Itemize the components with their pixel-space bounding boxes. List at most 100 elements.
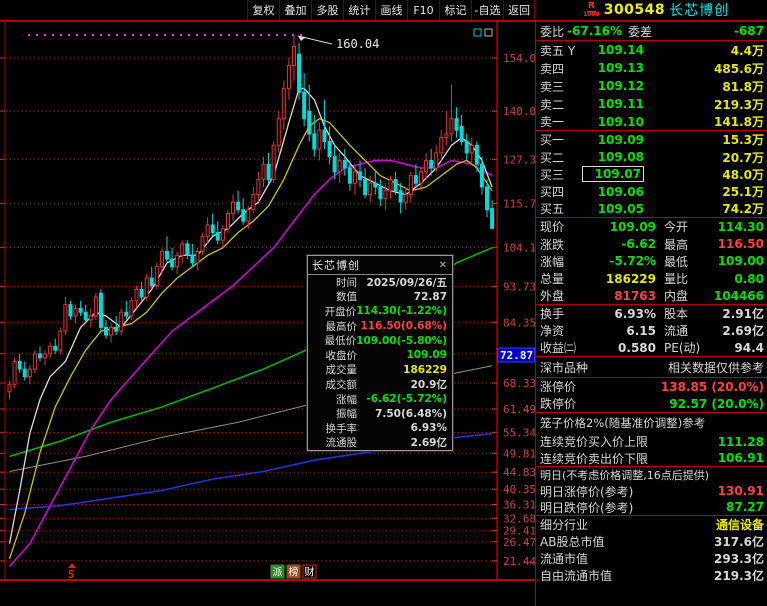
- tomorrow-row: 明日跌停价(参考) 87.27: [536, 500, 767, 517]
- tooltip-row-label: 数值: [336, 291, 357, 304]
- quote-row: 换手 6.93% 股本 2.91亿: [536, 305, 767, 322]
- candle-up: [434, 152, 439, 169]
- candle-down: [139, 288, 144, 298]
- quote-value: -6.62: [621, 237, 656, 252]
- y-axis-label: 26.47: [503, 536, 535, 549]
- quote-value: -5.72%: [609, 254, 656, 269]
- quote-label: 涨幅: [540, 254, 565, 269]
- ask-row-卖五[interactable]: 卖五 Y 109.14 4.4万: [536, 41, 767, 59]
- quote-value: 2.91亿: [722, 307, 764, 322]
- tooltip-row-label: 成交额: [325, 378, 358, 391]
- bid-price[interactable]: 109.08: [582, 150, 644, 164]
- ask-row-卖四[interactable]: 卖四 109.13 485.6万: [536, 59, 767, 77]
- window-max-icon[interactable]: [484, 28, 493, 37]
- candle-up: [383, 190, 388, 199]
- candle-down: [236, 201, 241, 211]
- bid-price[interactable]: 109.07: [582, 166, 644, 183]
- candle-down: [342, 159, 347, 169]
- industry-value: 219.3亿: [714, 569, 764, 584]
- toolbar-button-统计[interactable]: 统计: [343, 0, 375, 20]
- top-toolbar: 复权 叠加 多股 统计 画线 F10 标记 -自选 返回 R 1000 300548 长芯博创: [0, 0, 767, 22]
- toolbar-button-F10[interactable]: F10: [407, 0, 439, 20]
- ask-price[interactable]: 109.14: [582, 43, 644, 57]
- y-axis-label: 127.3: [503, 153, 535, 166]
- bid-price[interactable]: 109.06: [582, 185, 644, 199]
- candle-up: [439, 137, 444, 154]
- candle-down: [459, 125, 464, 142]
- bid-row-买三[interactable]: 买三 109.07 48.0万: [536, 166, 767, 183]
- bid-price[interactable]: 109.05: [582, 202, 644, 216]
- quote-label: 内盘: [664, 289, 689, 304]
- toolbar-button-返回[interactable]: 返回: [503, 0, 535, 20]
- industry-label: 自由流通市值: [540, 569, 613, 584]
- tooltip-row: 成交量 186229: [308, 363, 452, 378]
- tooltip-row-label: 收盘价: [325, 349, 358, 362]
- ask-price[interactable]: 109.10: [582, 115, 644, 129]
- candle-up: [276, 118, 281, 146]
- bid-row-买二[interactable]: 买二 109.08 20.7万: [536, 148, 767, 165]
- toolbar-button-叠加[interactable]: 叠加: [279, 0, 311, 20]
- candle-down: [398, 190, 403, 203]
- window-split-icon[interactable]: [473, 28, 482, 37]
- kline-chart[interactable]: 154.0 140.0 127.3 115.7 104.1 93.73 84.35 68.33…: [0, 0, 536, 606]
- candle-down: [149, 277, 154, 287]
- industry-row: 自由流通市值 219.3亿: [536, 567, 767, 584]
- quote-label: 流通: [664, 324, 689, 339]
- quote-label: 现价: [540, 220, 565, 235]
- candle-down: [490, 208, 495, 229]
- toolbar-button-多股[interactable]: 多股: [311, 0, 343, 20]
- quote-row: 现价 109.09 今开 114.30: [536, 218, 767, 235]
- industry-value: 293.3亿: [714, 552, 764, 567]
- bid-row-买五[interactable]: 买五 109.05 74.2万: [536, 201, 767, 218]
- bid-row-买一[interactable]: 买一 109.09 15.3万: [536, 131, 767, 148]
- ask-row-卖二[interactable]: 卖二 109.11 219.3万: [536, 95, 767, 113]
- industry-row: 细分行业 通信设备: [536, 516, 767, 533]
- ask-price[interactable]: 109.11: [582, 97, 644, 111]
- quote-label: 外盘: [540, 289, 565, 304]
- high-price-label: 160.04: [336, 37, 379, 51]
- kline-chart-svg[interactable]: 154.0 140.0 127.3 115.7 104.1 93.73 84.35 68.33…: [0, 0, 536, 606]
- bid-price[interactable]: 109.09: [582, 133, 644, 147]
- ask-row-卖三[interactable]: 卖三 109.12 81.8万: [536, 77, 767, 95]
- candle-up: [281, 87, 286, 120]
- ask-price[interactable]: 109.13: [582, 61, 644, 75]
- tooltip-row-label: 涨幅: [336, 393, 357, 406]
- candle-up: [48, 345, 53, 355]
- weibi-label: 委比: [540, 24, 565, 39]
- candle-up: [63, 304, 68, 332]
- candle-down: [302, 91, 307, 120]
- candle-up: [418, 171, 423, 184]
- quote-row: 涨幅 -5.72% 最低 109.00: [536, 253, 767, 270]
- candle-up: [261, 163, 266, 180]
- toolbar-button-复权[interactable]: 复权: [247, 0, 279, 20]
- y-axis-label: 32.68: [503, 512, 535, 525]
- quote-value: 0.80: [734, 271, 764, 286]
- ask-row-卖一[interactable]: 卖一 109.10 141.8万: [536, 113, 767, 131]
- bid-row-买四[interactable]: 买四 109.06 25.1万: [536, 183, 767, 200]
- tooltip-titlebar[interactable]: 长芯博创 ✕: [308, 256, 452, 275]
- candle-down: [215, 232, 220, 241]
- candle-up: [225, 213, 230, 230]
- quote-value: 94.4: [734, 340, 764, 355]
- candle-down: [22, 368, 27, 378]
- kline-tooltip[interactable]: 长芯博创 ✕ 时间 2025/09/26/五 数值 72.87 开盘价 114.30(-1…: [306, 254, 454, 452]
- candle-up: [337, 159, 342, 173]
- bid-volume: 15.3万: [722, 133, 764, 148]
- candle-up: [408, 175, 413, 196]
- quote-panel: 委比 -67.16% 委差 -687 卖五 Y 109.14 4.4万 卖四 109.13 485…: [535, 22, 767, 606]
- close-icon[interactable]: ✕: [439, 260, 448, 271]
- ask-volume: 81.8万: [722, 79, 764, 94]
- y-axis-label: 115.7: [503, 197, 535, 210]
- bid-volume: 74.2万: [722, 202, 764, 217]
- tooltip-row: 最高价 116.50(0.68%): [308, 319, 452, 334]
- ask-label: 卖四: [540, 61, 565, 76]
- candle-down: [68, 304, 73, 317]
- tooltip-row-value: 7.50(6.48%): [375, 407, 447, 420]
- toolbar-button-画线[interactable]: 画线: [375, 0, 407, 20]
- candle-up: [27, 368, 32, 378]
- ask-price[interactable]: 109.12: [582, 79, 644, 93]
- quote-label: 总量: [540, 272, 565, 287]
- toolbar-button-标记[interactable]: 标记: [439, 0, 471, 20]
- toolbar-button--自选[interactable]: -自选: [471, 0, 503, 20]
